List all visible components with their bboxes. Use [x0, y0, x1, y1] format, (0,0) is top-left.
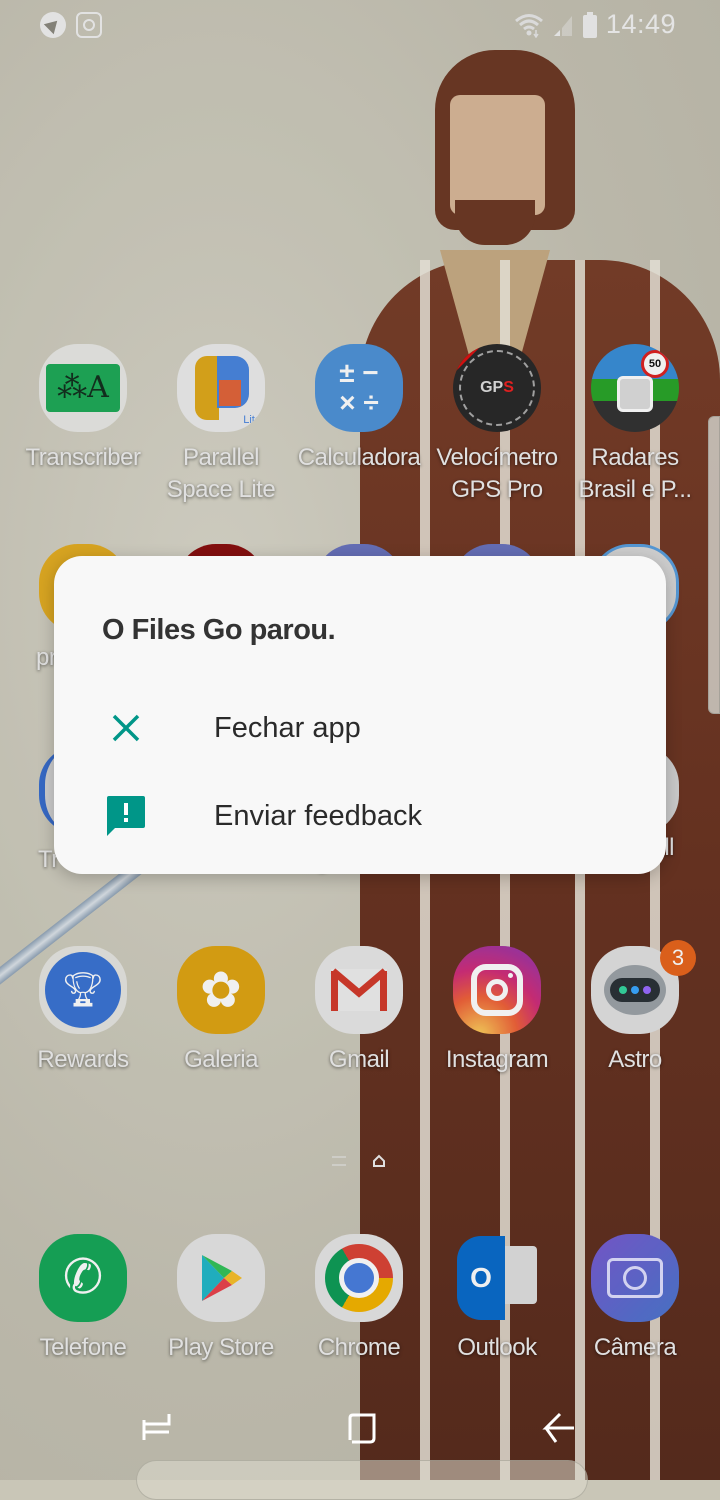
send-feedback-label: Enviar feedback	[214, 799, 422, 832]
recents-icon	[142, 1414, 171, 1440]
navigation-bar	[0, 1380, 720, 1500]
dialog-title: O Files Go parou.	[102, 614, 336, 646]
back-arrow-icon	[542, 1412, 574, 1443]
send-feedback-option[interactable]: Enviar feedback	[54, 776, 666, 856]
close-app-label: Fechar app	[214, 711, 361, 744]
feedback-icon	[104, 794, 148, 838]
recents-button[interactable]	[140, 1410, 180, 1450]
back-button[interactable]	[540, 1410, 580, 1450]
app-crash-dialog: O Files Go parou. Fechar app Enviar feed…	[54, 556, 666, 874]
gesture-handle[interactable]	[136, 1460, 588, 1500]
home-button[interactable]	[340, 1410, 380, 1450]
close-app-option[interactable]: Fechar app	[54, 688, 666, 768]
home-icon	[348, 1413, 376, 1444]
close-icon	[104, 706, 148, 750]
